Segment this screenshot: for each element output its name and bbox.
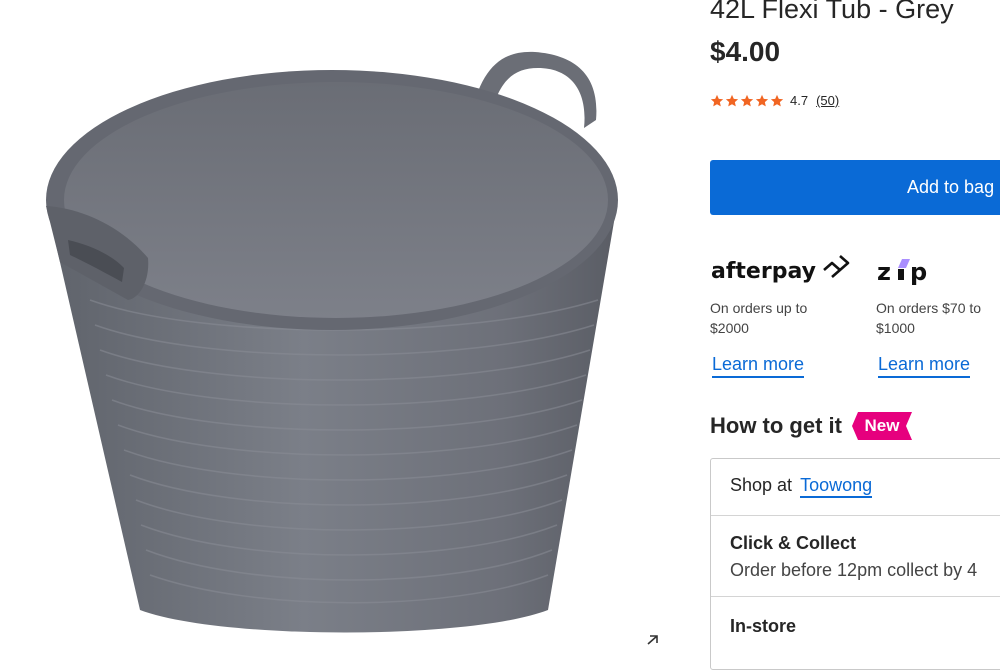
- product-image: [46, 51, 618, 633]
- afterpay-description: On orders up to $2000: [710, 300, 808, 336]
- how-to-get-it-title: How to get it: [710, 413, 842, 438]
- rating-value: 4.7: [790, 93, 809, 108]
- click-collect-subtitle: Order before 12pm collect by 4: [730, 560, 978, 580]
- svg-text:z: z: [877, 258, 891, 286]
- star-icon: [725, 94, 739, 106]
- zip-learn-more-link[interactable]: Learn more: [878, 354, 971, 378]
- click-collect-title: Click & Collect: [730, 533, 857, 553]
- zip-option: z p On orders $70 to $1000 Learn more: [876, 252, 1000, 378]
- in-store-title: In-store: [730, 616, 797, 636]
- how-to-get-it-header: How to get it New: [710, 412, 912, 440]
- svg-text:afterpay: afterpay: [711, 259, 816, 284]
- add-to-bag-button[interactable]: Add to bag: [710, 160, 1000, 215]
- expand-arrow-icon: [647, 635, 658, 645]
- new-badge: New: [851, 412, 912, 440]
- shop-at-label: Shop at: [730, 475, 793, 495]
- svg-text:p: p: [910, 258, 927, 286]
- star-icon: [770, 94, 784, 106]
- star-icon: [755, 94, 769, 106]
- product-image-gallery: [0, 0, 690, 652]
- afterpay-logo: afterpay: [710, 252, 860, 288]
- add-to-bag-label: Add to bag: [907, 177, 995, 197]
- divider: [711, 596, 1000, 597]
- divider: [711, 515, 1000, 516]
- expand-image-button[interactable]: [630, 632, 660, 652]
- product-info-panel: 42L Flexi Tub - Grey $4.00 4.7 (50) Add …: [710, 0, 1000, 670]
- star-rating: [710, 94, 784, 108]
- star-icon: [740, 94, 754, 106]
- tub-interior: [64, 82, 608, 318]
- star-icon: [710, 94, 724, 106]
- store-link[interactable]: Toowong: [800, 475, 873, 498]
- fulfilment-card: Shop at Toowong Click & Collect Order bef…: [710, 458, 1000, 670]
- product-title: 42L Flexi Tub - Grey: [710, 0, 954, 24]
- afterpay-option: afterpay On orders up to $2000 Learn mor…: [710, 252, 860, 378]
- product-price: $4.00: [710, 36, 781, 67]
- zip-logo: z p: [876, 252, 1000, 288]
- afterpay-learn-more-link[interactable]: Learn more: [712, 354, 805, 378]
- zip-description: On orders $70 to $1000: [876, 300, 982, 336]
- review-count-link[interactable]: (50): [816, 93, 839, 108]
- shop-at-row: Shop at Toowong: [730, 475, 873, 498]
- product-rating: 4.7 (50): [710, 93, 839, 108]
